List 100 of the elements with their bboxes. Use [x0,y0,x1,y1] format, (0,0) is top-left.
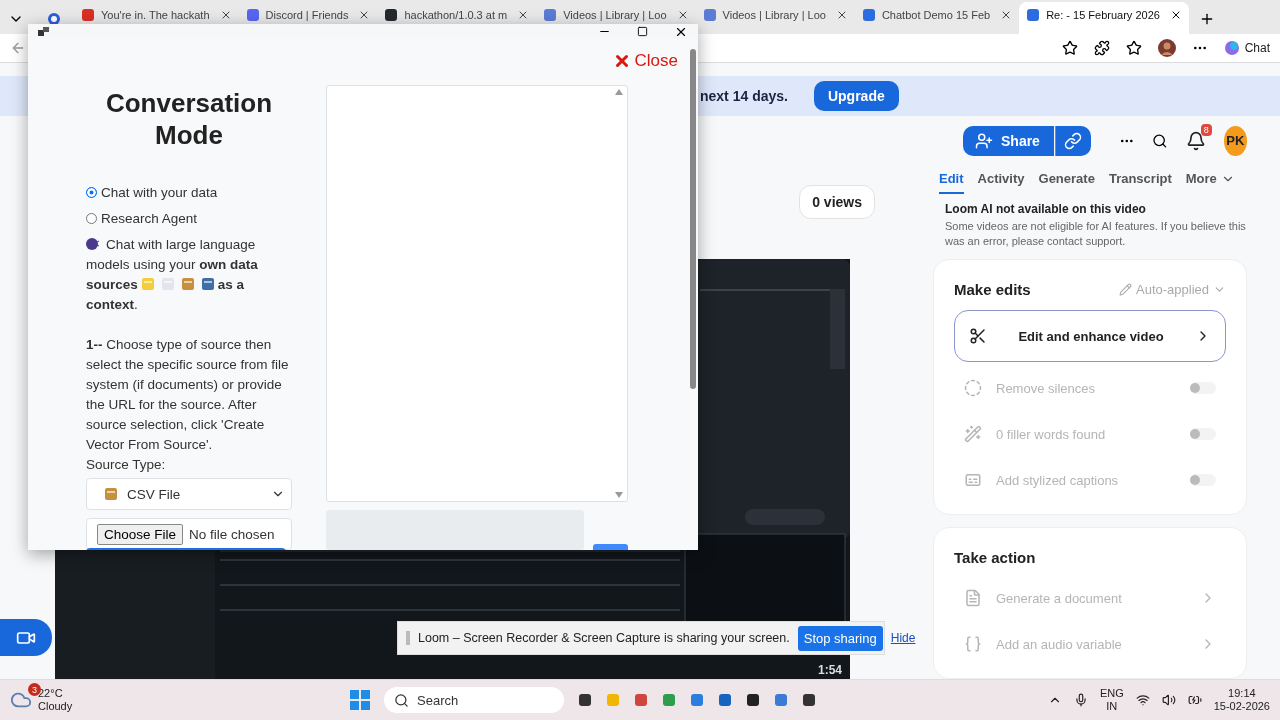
app-icon [746,693,760,707]
start-icon[interactable] [350,690,370,710]
drag-handle-icon[interactable] [406,631,410,645]
scrollbar[interactable] [690,49,696,389]
pinned-tab-icon[interactable] [46,11,62,27]
chat-button[interactable]: Chat [1223,40,1270,56]
app-icon [578,693,592,707]
notice-title: Loom AI not available on this video [944,201,1147,216]
temperature: 22°C [38,687,64,700]
scissors-icon [969,327,987,345]
search-icon [394,692,409,708]
panel-tab[interactable]: Generate [1038,165,1095,194]
option-label: Add stylized captions [996,472,1120,488]
share-button[interactable]: Share [963,125,1054,156]
panel-tab[interactable]: More [1185,165,1235,194]
copilot-icon [1223,40,1240,56]
wand-icon [964,425,982,443]
favorites-icon[interactable] [1125,40,1142,56]
notebook-icon [140,277,155,291]
site-icon [861,8,876,22]
card-box-icon [180,277,195,291]
browser-tab[interactable]: You're in. The hackath [74,2,239,34]
app-icon [774,693,788,707]
card-title: Make edits [954,280,1031,298]
browser-tab[interactable]: Discord | Friends [238,2,378,34]
views-count: 0 views [799,185,875,219]
upgrade-button[interactable]: Upgrade [813,81,899,111]
option-label: 0 filler words found [996,426,1107,442]
pencil-icon [1119,282,1132,296]
browser-tab[interactable]: Chatbot Demo 15 Feb [854,2,1020,34]
card-box-icon [104,487,118,501]
app-icon [802,693,816,707]
document-icon [964,589,982,607]
weather-condition: Cloudy [38,700,73,713]
star-icon[interactable] [1061,40,1078,56]
notice-text: Some videos are not eligible for AI features. If you believe this was an error, please contact support. [944,219,1247,249]
wifi-icon[interactable] [1135,693,1150,707]
site-icon [543,8,558,22]
file-status: No file chosen [189,526,275,542]
banner-text: next 14 days. [700,88,788,104]
copy-link-button[interactable] [1054,125,1091,156]
site-icon [384,8,399,22]
radio-button[interactable] [86,186,97,198]
app-icon [662,693,676,707]
notification-count: 8 [1200,123,1212,136]
captions-icon [964,471,982,489]
profile-avatar-icon[interactable] [1157,39,1176,57]
user-avatar[interactable]: PK [1223,125,1247,156]
radio-button[interactable] [86,212,97,224]
app-icon [718,693,732,707]
choose-file-button[interactable]: Choose File [97,523,184,545]
language-indicator[interactable]: ENG IN [1099,687,1124,713]
source-type-label: Source Type: [86,457,167,472]
volume-icon[interactable] [1161,693,1176,707]
radio-label[interactable]: Chat with your data [101,184,218,200]
panel-tab[interactable]: Edit [939,165,964,194]
back-icon[interactable] [10,40,26,56]
browser-tab[interactable]: Videos | Library | Loo [695,2,855,34]
link-icon [1064,131,1083,150]
add-user-icon [975,131,993,150]
site-icon [245,8,260,22]
app-icon [690,693,704,707]
app-icon [38,26,50,37]
message-input[interactable] [326,510,584,550]
stop-sharing-button[interactable]: Stop sharing [797,625,883,651]
app-icon [634,693,648,707]
source-type-select[interactable]: CSV File [86,478,292,510]
intro-text: Chat with large language models using your own data sources as a context. [86,236,259,314]
film-icon [200,277,215,291]
file-input[interactable]: Choose File No file chosen [86,518,292,550]
hide-link[interactable]: Hide [890,631,916,645]
card-title: Take action [954,548,1036,566]
taskbar-search[interactable]: Search [384,687,564,713]
panel-tab[interactable]: Transcript [1108,165,1172,194]
site-icon [81,8,95,22]
panel-tab[interactable]: Activity [977,165,1025,194]
braces-icon [964,635,982,653]
browser-tab[interactable]: Videos | Library | Loo [536,2,696,34]
dialog-heading: Conversation Mode [104,87,274,151]
dashed-circle-icon [964,379,982,397]
radio-label[interactable]: Research Agent [101,210,198,226]
site-icon [702,8,717,22]
browser-tab[interactable]: hackathon/1.0.3 at m [377,2,537,34]
notifications-icon[interactable] [1185,130,1206,151]
close-link[interactable]: Close [612,51,678,71]
maximize-icon[interactable] [637,26,648,37]
battery-icon[interactable] [1187,693,1202,707]
edit-video-button[interactable]: Edit and enhance video [954,310,1226,362]
step-text: 1-- Choose type of source then select the specific source from file system (if documents) or provide the URL for the source. After source selection, click 'Create Vector From Source'. [86,336,290,454]
speaking-head-icon [86,237,100,251]
microphone-icon[interactable] [1073,693,1088,707]
option-label: Remove silences [996,380,1096,396]
extensions-icon[interactable] [1093,40,1110,56]
video-duration: 1:54 [817,663,842,677]
site-icon [1026,8,1041,22]
clock[interactable]: 19:14 15-02-2026 [1213,687,1270,713]
share-message: Loom – Screen Recorder & Screen Capture is sharing your screen. [418,631,790,645]
camera-button[interactable] [0,619,52,656]
app-icon [606,693,620,707]
browser-tab[interactable]: Re: - 15 February 2026 [1019,2,1189,34]
